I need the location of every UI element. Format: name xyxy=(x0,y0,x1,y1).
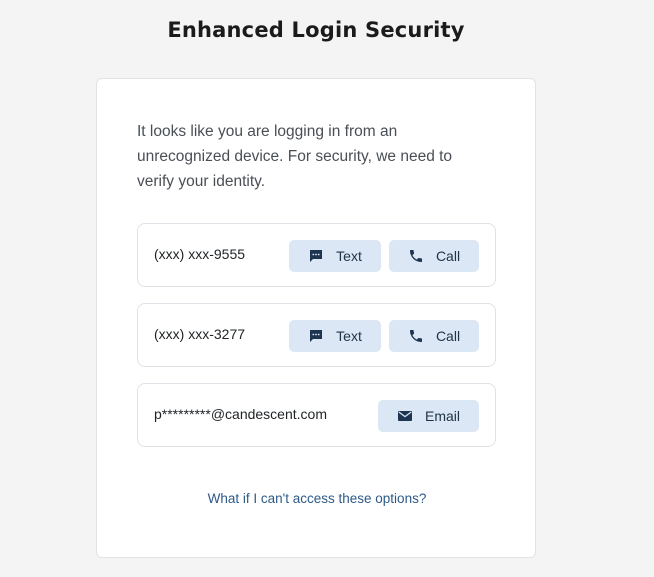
email-address-label: p*********@candescent.com xyxy=(154,406,327,422)
phone-number-label: (xxx) xxx-9555 xyxy=(154,246,246,262)
email-button-label: Email xyxy=(424,408,460,424)
text-button[interactable]: Text xyxy=(289,320,381,352)
email-option: p*********@candescent.com Email xyxy=(137,383,496,447)
phone-icon xyxy=(408,248,424,264)
call-button-label: Call xyxy=(435,328,461,344)
call-button[interactable]: Call xyxy=(389,320,479,352)
call-button[interactable]: Call xyxy=(389,240,479,272)
verification-card: It looks like you are logging in from an… xyxy=(96,78,536,558)
page: Enhanced Login Security It looks like yo… xyxy=(0,0,654,577)
phone-option-1: (xxx) xxx-9555 Text Call xyxy=(137,223,496,287)
call-button-label: Call xyxy=(435,248,461,264)
text-button-label: Text xyxy=(336,328,362,344)
chat-bubble-icon xyxy=(308,328,324,344)
page-title: Enhanced Login Security xyxy=(167,18,465,42)
intro-message: It looks like you are logging in from an… xyxy=(137,123,453,190)
chat-bubble-icon xyxy=(308,248,324,264)
email-button[interactable]: Email xyxy=(378,400,479,432)
cant-access-options-link[interactable]: What if I can't access these options? xyxy=(97,491,537,506)
text-button[interactable]: Text xyxy=(289,240,381,272)
envelope-icon xyxy=(397,408,413,424)
phone-option-2: (xxx) xxx-3277 Text Call xyxy=(137,303,496,367)
phone-icon xyxy=(408,328,424,344)
text-button-label: Text xyxy=(336,248,362,264)
phone-number-label: (xxx) xxx-3277 xyxy=(154,326,246,342)
